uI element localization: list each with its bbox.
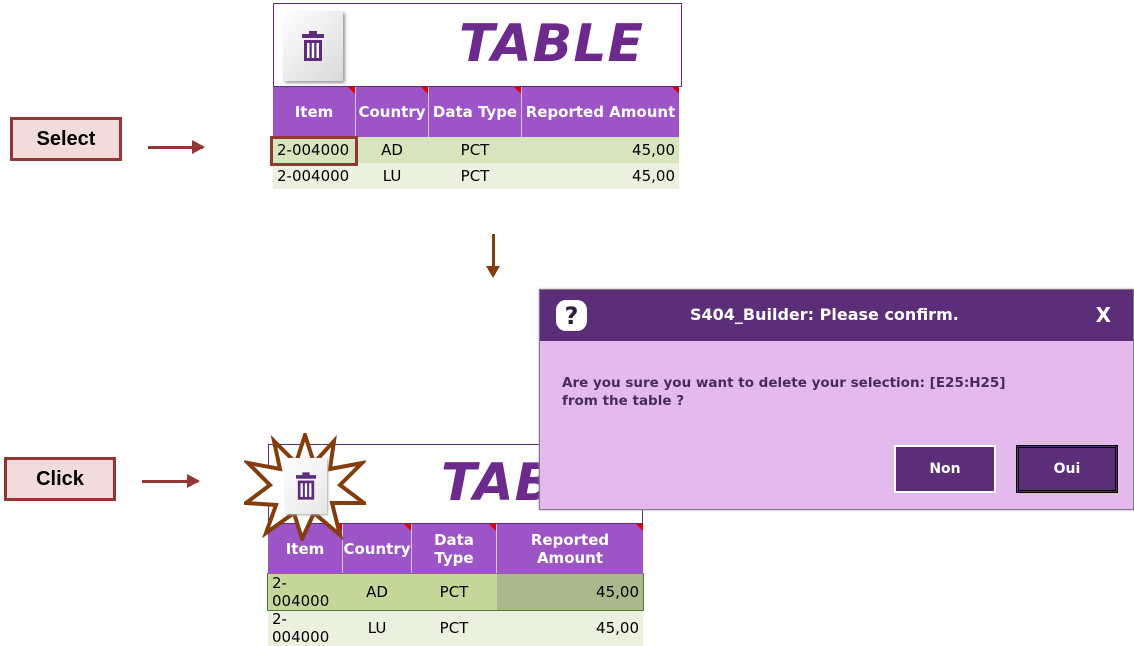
cell-amount[interactable]: 45,00 — [496, 574, 643, 610]
table-row-selected[interactable]: 2-004000 AD PCT 45,00 — [267, 573, 644, 611]
cell-amount[interactable]: 45,00 — [521, 163, 679, 189]
flow-arrow-down — [486, 234, 500, 278]
dialog-message: Are you sure you want to delete your sel… — [562, 374, 1006, 410]
non-button[interactable]: Non — [894, 445, 996, 493]
cell-country[interactable]: AD — [342, 574, 412, 610]
table-title: TABLE — [459, 14, 644, 74]
select-arrow — [148, 140, 205, 154]
oui-button[interactable]: Oui — [1016, 445, 1118, 493]
table-row[interactable]: 2-004000 LU PCT 45,00 — [268, 610, 643, 646]
click-arrow — [142, 474, 200, 488]
cell-country[interactable]: AD — [355, 137, 429, 163]
dialog-close-button[interactable]: X — [1096, 303, 1111, 327]
click-step-text: Click — [36, 467, 84, 490]
cell-item[interactable]: 2-004000 — [273, 163, 356, 189]
col-header-reported-amount[interactable]: Reported Amount — [521, 87, 679, 137]
cell-item[interactable]: 2-004000 — [268, 610, 343, 646]
question-icon: ? — [556, 300, 587, 331]
table-row[interactable]: 2-004000 LU PCT 45,00 — [273, 163, 679, 189]
cell-amount[interactable]: 45,00 — [496, 610, 643, 646]
trash-icon — [296, 472, 316, 500]
cell-data-type[interactable]: PCT — [428, 137, 522, 163]
confirm-dialog: ? S404_Builder: Please confirm. X Are yo… — [539, 289, 1134, 510]
dialog-title: S404_Builder: Please confirm. — [690, 305, 959, 324]
table-header-box: TABLE — [273, 3, 682, 87]
cell-data-type[interactable]: PCT — [411, 610, 497, 646]
delete-button-clicked[interactable] — [285, 458, 327, 514]
data-table: Item Country Data Type Reported Amount 2… — [267, 524, 644, 646]
select-step-text: Select — [36, 127, 96, 150]
selection-highlight — [270, 136, 358, 166]
delete-button[interactable] — [283, 11, 343, 81]
select-step-label: Select — [10, 117, 122, 161]
cell-amount[interactable]: 45,00 — [521, 137, 679, 163]
trash-icon — [302, 31, 324, 61]
cell-data-type[interactable]: PCT — [428, 163, 522, 189]
cell-country[interactable]: LU — [355, 163, 429, 189]
cell-data-type[interactable]: PCT — [411, 574, 497, 610]
click-step-label: Click — [4, 457, 116, 501]
col-header-data-type[interactable]: Data Type — [411, 524, 497, 574]
dialog-message-line1: Are you sure you want to delete your sel… — [562, 375, 1006, 391]
col-header-data-type[interactable]: Data Type — [428, 87, 522, 137]
dialog-message-line2: from the table ? — [562, 393, 685, 409]
col-header-country[interactable]: Country — [355, 87, 429, 137]
cell-item[interactable]: 2-004000 — [268, 574, 343, 610]
col-header-item[interactable]: Item — [273, 87, 356, 137]
cell-country[interactable]: LU — [342, 610, 412, 646]
table-header-row: Item Country Data Type Reported Amount — [273, 87, 679, 137]
dialog-titlebar: ? S404_Builder: Please confirm. X — [540, 290, 1133, 341]
col-header-reported-amount[interactable]: Reported Amount — [496, 524, 643, 574]
